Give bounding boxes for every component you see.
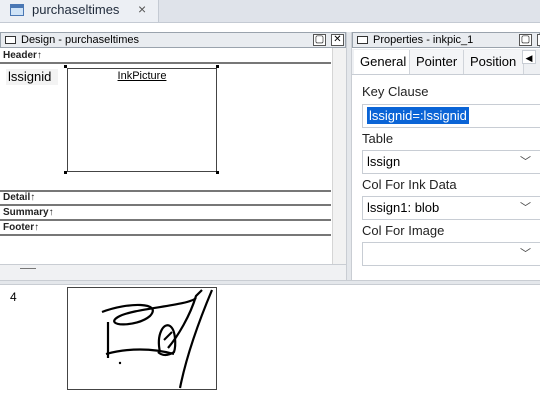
preview-pane: 4 bbox=[0, 285, 540, 416]
pin-icon[interactable] bbox=[357, 36, 368, 44]
table-label: Table bbox=[362, 131, 394, 146]
col-image-select[interactable]: ﹀ bbox=[362, 242, 540, 266]
scroll-grip[interactable] bbox=[20, 268, 36, 269]
chevron-down-icon[interactable]: ﹀ bbox=[520, 243, 531, 265]
chevron-down-icon[interactable]: ﹀ bbox=[520, 151, 531, 173]
col-image-label: Col For Image bbox=[362, 223, 445, 238]
maximize-icon[interactable]: ▢ bbox=[313, 34, 326, 46]
close-pane-icon[interactable]: ✕ bbox=[331, 34, 344, 46]
selection-handle[interactable] bbox=[216, 171, 219, 174]
ink-picture-label: InkPicture bbox=[117, 70, 167, 82]
summary-band-label[interactable]: Summary↑ bbox=[0, 207, 331, 219]
col-ink-data-select[interactable]: lssign1: blob ﹀ bbox=[362, 196, 540, 220]
table-select[interactable]: lssign ﹀ bbox=[362, 150, 540, 174]
selection-handle[interactable] bbox=[64, 65, 67, 68]
table-select-value: lssign bbox=[367, 154, 401, 169]
tab-general[interactable]: General bbox=[354, 50, 410, 74]
detail-band-label[interactable]: Detail↑ bbox=[0, 192, 331, 204]
key-clause-label: Key Clause bbox=[362, 84, 429, 99]
document-tab[interactable]: purchaseltimes × bbox=[0, 0, 159, 22]
document-tab-label: purchaseltimes bbox=[32, 2, 120, 17]
preview-row-value: 4 bbox=[10, 290, 17, 304]
ink-picture-control[interactable]: InkPicture bbox=[67, 68, 217, 172]
close-tab-icon[interactable]: × bbox=[138, 1, 146, 17]
footer-band-label[interactable]: Footer↑ bbox=[0, 222, 331, 234]
properties-pane: Properties - inkpic_1 ▢ ✕ General Pointe… bbox=[352, 32, 540, 280]
summary-band-divider[interactable] bbox=[0, 204, 331, 206]
pin-icon[interactable] bbox=[5, 36, 16, 44]
design-pane-title: Design - purchaseltimes bbox=[21, 34, 139, 46]
window-icon bbox=[10, 4, 24, 16]
maximize-icon[interactable]: ▢ bbox=[519, 34, 532, 46]
tab-position[interactable]: Position bbox=[464, 50, 524, 74]
tab-pointer[interactable]: Pointer bbox=[410, 50, 464, 74]
properties-pane-titlebar: Properties - inkpic_1 ▢ ✕ bbox=[352, 32, 540, 48]
chevron-down-icon[interactable]: ﹀ bbox=[520, 197, 531, 219]
design-pane: Design - purchaseltimes ▢ ✕ Header↑ lssi… bbox=[0, 32, 346, 264]
col-ink-data-label: Col For Ink Data bbox=[362, 177, 457, 192]
lssignid-column-label[interactable]: lssignid bbox=[6, 69, 58, 85]
properties-pane-title: Properties - inkpic_1 bbox=[373, 34, 474, 46]
selection-handle[interactable] bbox=[64, 171, 67, 174]
ink-picture-preview[interactable] bbox=[67, 287, 217, 390]
design-pane-titlebar: Design - purchaseltimes ▢ ✕ bbox=[0, 32, 346, 48]
selection-handle[interactable] bbox=[216, 65, 219, 68]
col-ink-data-value: lssign1: blob bbox=[367, 200, 440, 215]
footer-band-divider[interactable] bbox=[0, 219, 331, 221]
key-clause-field[interactable]: lssignid=:lssignid bbox=[362, 104, 540, 128]
design-vertical-scrollbar[interactable] bbox=[332, 48, 347, 264]
header-band-label[interactable]: Header↑ bbox=[0, 50, 331, 62]
tab-scroll-left-icon[interactable]: ◀ bbox=[522, 50, 536, 64]
design-horizontal-scrollbar[interactable] bbox=[0, 264, 346, 280]
signature-ink bbox=[101, 289, 214, 389]
footer-band-bottom[interactable] bbox=[0, 234, 331, 236]
key-clause-selected-text[interactable]: lssignid=:lssignid bbox=[367, 107, 469, 124]
header-band-divider[interactable] bbox=[0, 62, 331, 64]
